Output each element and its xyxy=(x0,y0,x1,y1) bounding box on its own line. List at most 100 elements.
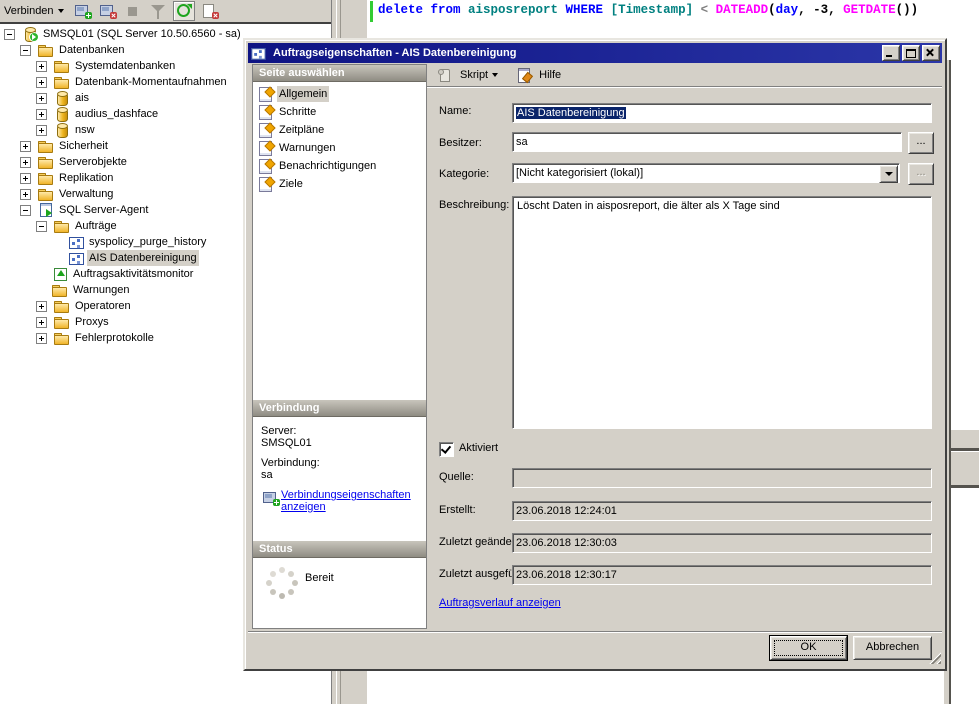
disconnect-server-icon[interactable] xyxy=(98,2,118,20)
name-label: Name: xyxy=(439,105,471,117)
expand-icon[interactable] xyxy=(20,157,31,168)
status-text: Bereit xyxy=(305,572,334,584)
page-icon xyxy=(258,122,274,138)
expand-icon[interactable] xyxy=(36,317,47,328)
collapse-icon[interactable] xyxy=(4,29,15,40)
folder-icon xyxy=(38,186,54,202)
stop-icon xyxy=(123,2,143,20)
page-item-label: Zeitpläne xyxy=(277,122,326,138)
enabled-checkbox[interactable] xyxy=(439,442,454,457)
tree-item-label: Datenbank-Momentaufnahmen xyxy=(73,74,229,90)
folder-icon xyxy=(54,314,70,330)
connection-value: sa xyxy=(261,469,426,481)
page-item-targets[interactable]: Ziele xyxy=(253,175,426,193)
expand-icon[interactable] xyxy=(36,93,47,104)
script-scroll-icon xyxy=(437,67,453,83)
connection-label: Verbindung: xyxy=(261,457,426,469)
page-item-notifications[interactable]: Benachrichtigungen xyxy=(253,157,426,175)
tree-item-label: Operatoren xyxy=(73,298,133,314)
collapse-icon[interactable] xyxy=(36,221,47,232)
job-icon xyxy=(68,250,84,266)
folder-icon xyxy=(54,330,70,346)
name-input[interactable]: AIS Datenbereinigung xyxy=(512,103,932,123)
tree-item-label-selected: AIS Datenbereinigung xyxy=(87,250,199,266)
page-item-alerts[interactable]: Warnungen xyxy=(253,139,426,157)
expand-icon[interactable] xyxy=(36,109,47,120)
page-item-label: Schritte xyxy=(277,104,318,120)
page-icon xyxy=(258,158,274,174)
help-label: Hilfe xyxy=(539,69,561,81)
modified-label: Zuletzt geändert: xyxy=(439,536,522,548)
progress-spinner-icon xyxy=(265,566,299,600)
status-panel: Bereit xyxy=(253,558,426,622)
filter-icon xyxy=(148,2,168,20)
help-button[interactable]: Hilfe xyxy=(512,65,565,85)
expand-icon[interactable] xyxy=(36,333,47,344)
expand-icon[interactable] xyxy=(20,189,31,200)
tree-item-label: audius_dashface xyxy=(73,106,160,122)
help-icon xyxy=(516,67,532,83)
owner-value: sa xyxy=(516,136,528,148)
minimize-icon[interactable] xyxy=(882,45,900,61)
created-field: 23.06.2018 12:24:01 xyxy=(512,501,932,521)
page-item-general[interactable]: Allgemein xyxy=(253,85,426,103)
modified-value: 23.06.2018 12:30:03 xyxy=(516,537,617,549)
cancel-button[interactable]: Abbrechen xyxy=(853,636,932,660)
view-connection-properties-link[interactable]: Verbindungseigenschaften anzeigen xyxy=(281,489,411,513)
collapse-icon[interactable] xyxy=(20,45,31,56)
page-icon xyxy=(258,140,274,156)
expand-icon[interactable] xyxy=(36,61,47,72)
chevron-down-icon xyxy=(58,9,64,13)
connect-dropdown-button[interactable]: Verbinden xyxy=(0,2,68,20)
dialog-titlebar[interactable]: Auftragseigenschaften - AIS Datenbereini… xyxy=(248,43,942,63)
refresh-icon[interactable] xyxy=(173,1,195,21)
job-history-link[interactable]: Auftragsverlauf anzeigen xyxy=(439,597,561,609)
expand-icon[interactable] xyxy=(36,77,47,88)
folder-icon xyxy=(38,138,54,154)
tree-item-label: syspolicy_purge_history xyxy=(87,234,208,250)
job-icon xyxy=(68,234,84,250)
page-icon xyxy=(258,104,274,120)
close-icon[interactable] xyxy=(922,45,940,61)
source-field xyxy=(512,468,932,488)
page-item-steps[interactable]: Schritte xyxy=(253,103,426,121)
page-item-label: Benachrichtigungen xyxy=(277,158,378,174)
folder-icon xyxy=(38,42,54,58)
collapse-icon[interactable] xyxy=(20,205,31,216)
activity-monitor-icon xyxy=(52,266,68,282)
pages-header: Seite auswählen xyxy=(253,65,426,82)
tree-item-label: Datenbanken xyxy=(57,42,126,58)
connect-server-icon[interactable] xyxy=(73,2,93,20)
tree-item-label: Aufträge xyxy=(73,218,119,234)
expand-icon[interactable] xyxy=(36,125,47,136)
description-value: Löscht Daten in aisposreport, die älter … xyxy=(517,200,780,212)
database-icon xyxy=(54,122,70,138)
ok-button[interactable]: OK xyxy=(770,636,847,660)
sql-token: aisposreport xyxy=(468,3,566,17)
expand-icon[interactable] xyxy=(20,173,31,184)
ssms-window: Verbinden SMSQL01 (SQL Server 10.50.6560… xyxy=(0,0,979,704)
tree-item-label: SMSQL01 (SQL Server 10.50.6560 - sa) xyxy=(41,26,243,42)
job-properties-dialog: Auftragseigenschaften - AIS Datenbereini… xyxy=(243,38,947,671)
folder-icon xyxy=(38,154,54,170)
background-divider xyxy=(951,485,979,488)
owner-browse-button[interactable]: ... xyxy=(908,132,934,154)
description-textarea[interactable]: Löscht Daten in aisposreport, die älter … xyxy=(512,196,932,429)
tree-item-label: Proxys xyxy=(73,314,111,330)
connection-panel: Server: SMSQL01 Verbindung: sa Verbindun… xyxy=(253,417,426,541)
page-item-label: Warnungen xyxy=(277,140,337,156)
dropdown-arrow-icon[interactable] xyxy=(879,165,898,183)
owner-input[interactable]: sa xyxy=(512,132,902,152)
category-value: [Nicht kategorisiert (lokal)] xyxy=(516,167,643,179)
script-button[interactable]: Skript xyxy=(433,65,502,85)
footer-divider xyxy=(248,631,942,633)
connection-properties-icon xyxy=(261,489,281,507)
script-error-icon[interactable] xyxy=(200,2,220,20)
category-select[interactable]: [Nicht kategorisiert (lokal)] xyxy=(512,163,900,183)
page-item-schedules[interactable]: Zeitpläne xyxy=(253,121,426,139)
expand-icon[interactable] xyxy=(36,301,47,312)
sql-token: , -3, xyxy=(798,3,843,17)
sql-token: < xyxy=(701,3,716,17)
expand-icon[interactable] xyxy=(20,141,31,152)
maximize-icon[interactable] xyxy=(902,45,920,61)
